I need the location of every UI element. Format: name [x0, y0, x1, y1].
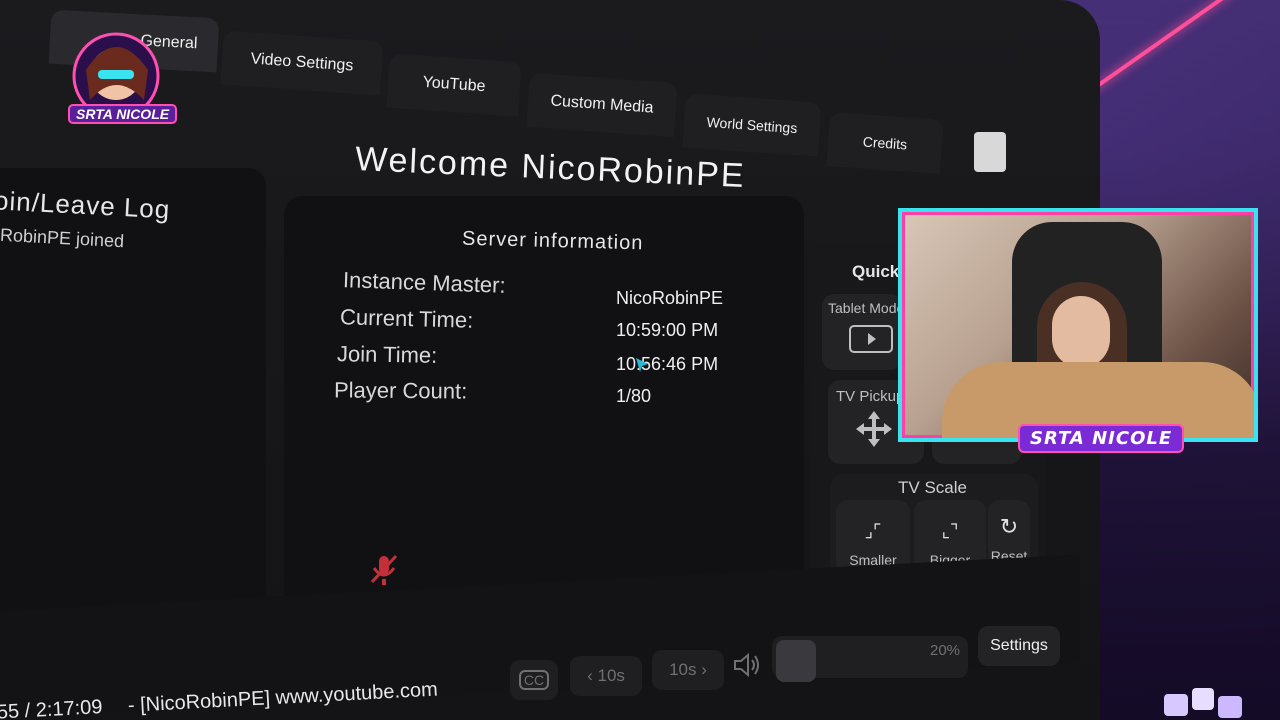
rewind-button[interactable]: ‹ 10s: [570, 656, 642, 696]
tab-custom-media[interactable]: Custom Media: [526, 72, 678, 138]
tab-video-settings[interactable]: Video Settings: [220, 30, 384, 96]
current-time-label: Current Time:: [339, 304, 474, 333]
logo-label: SRTA NICOLE: [68, 104, 178, 124]
tv-scale-title: TV Scale: [898, 478, 967, 497]
mic-muted-icon[interactable]: [368, 552, 400, 588]
player-count-value: 1/80: [616, 386, 652, 406]
tablet-mode-button[interactable]: Tablet Mode: [822, 294, 904, 370]
instance-master-value: NicoRobinPE: [616, 288, 724, 308]
player-count-label: Player Count:: [333, 377, 468, 404]
settings-button[interactable]: Settings: [978, 626, 1060, 666]
world-logo-icon: [974, 132, 1006, 172]
reset-icon: ↻: [999, 514, 1019, 539]
tab-world-settings[interactable]: World Settings: [682, 93, 822, 157]
chevron-right-icon: ›: [696, 660, 707, 679]
tab-youtube[interactable]: YouTube: [386, 53, 522, 117]
volume-value: 20%: [930, 642, 961, 659]
forward-button[interactable]: 10s ›: [652, 650, 724, 690]
shrink-icon: ⌟⌜: [864, 521, 882, 541]
decor-cubes-icon: [1164, 688, 1242, 718]
current-time-value: 10:59:00 PM: [616, 320, 719, 340]
cam-face: [1052, 296, 1110, 368]
webcam-label: SRTA NICOLE: [1018, 424, 1185, 453]
volume-handle[interactable]: [776, 640, 816, 682]
server-info-title: Server information: [461, 227, 644, 255]
cursor-icon: [636, 358, 648, 372]
play-icon: [849, 325, 893, 353]
webcam-overlay: [898, 208, 1258, 442]
move-icon: [856, 411, 892, 447]
server-info-card: [284, 196, 804, 616]
join-time-label: Join Time:: [336, 341, 438, 368]
quick-title: Quick: [852, 262, 900, 281]
chevron-left-icon: ‹: [587, 666, 598, 685]
join-time-value: 10:56:46 PM: [616, 354, 719, 374]
tab-credits[interactable]: Credits: [826, 112, 944, 174]
speaker-icon[interactable]: [732, 650, 762, 680]
captions-button[interactable]: CC: [510, 660, 558, 700]
expand-icon: ⌞⌝: [941, 521, 959, 541]
